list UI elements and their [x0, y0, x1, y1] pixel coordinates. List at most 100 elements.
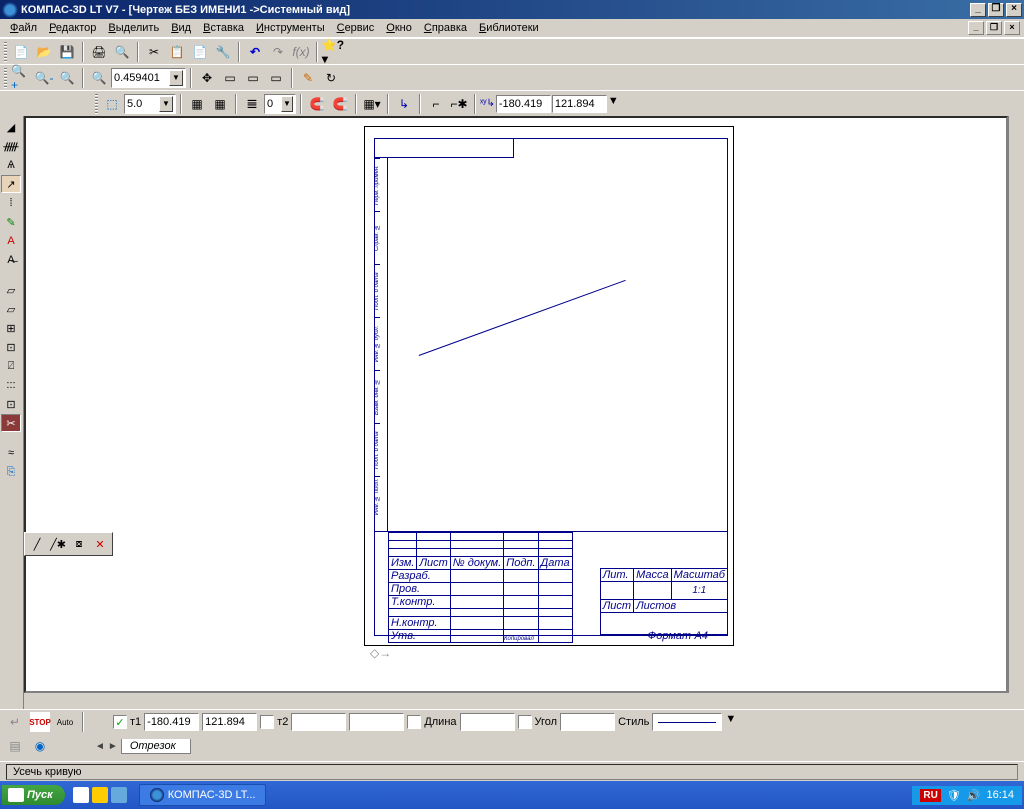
menu-service[interactable]: Сервис: [331, 20, 381, 36]
apply-button[interactable]: ↵: [4, 711, 26, 733]
language-indicator[interactable]: RU: [920, 789, 940, 802]
close-button[interactable]: ×: [1006, 3, 1022, 17]
tool-c-button[interactable]: ⊞: [1, 319, 21, 337]
measure-button[interactable]: ✎: [1, 213, 21, 231]
dropdown-icon[interactable]: ▼: [281, 96, 293, 112]
quicklaunch-icon[interactable]: [73, 787, 89, 803]
quicklaunch-icon[interactable]: [111, 787, 127, 803]
symbols-button[interactable]: Ѧ: [1, 156, 21, 174]
preview-button[interactable]: 🔍: [111, 41, 133, 63]
angle-input[interactable]: [560, 713, 615, 731]
tool-g-button[interactable]: ⊡: [1, 395, 21, 413]
layer-button[interactable]: ⬚: [101, 93, 123, 115]
stop-button[interactable]: STOP: [29, 711, 51, 733]
refresh-button[interactable]: ↻: [320, 67, 342, 89]
tool-d-button[interactable]: ⊡: [1, 338, 21, 356]
menu-select[interactable]: Выделить: [102, 20, 165, 36]
params-button[interactable]: ⁞: [1, 194, 21, 212]
mdi-restore-button[interactable]: ❐: [986, 21, 1002, 35]
copy-button[interactable]: 📋: [166, 41, 188, 63]
tool-e-button[interactable]: ⍁: [1, 357, 21, 375]
menu-file[interactable]: Файл: [4, 20, 43, 36]
zoom-input[interactable]: [114, 72, 169, 84]
tray-icon[interactable]: 🔊: [967, 789, 981, 802]
menu-insert[interactable]: Вставка: [197, 20, 250, 36]
dropdown-icon[interactable]: ▼: [159, 96, 173, 112]
t2-y-input[interactable]: [349, 713, 404, 731]
drawing-canvas[interactable]: Перв. примен. Справ. № Подп. и дата Инв.…: [24, 116, 1008, 693]
zoom-all-button[interactable]: ▭: [265, 67, 287, 89]
layer-combo[interactable]: ▼: [264, 94, 296, 114]
layer-input[interactable]: [267, 98, 281, 110]
undo-button[interactable]: ↶: [244, 41, 266, 63]
dropdown-icon[interactable]: ▼: [725, 713, 739, 731]
dropdown-icon[interactable]: ▼: [608, 95, 622, 113]
line-segment[interactable]: [419, 276, 639, 356]
trim-2-button[interactable]: ╱✱: [48, 535, 68, 553]
t2-x-input[interactable]: [291, 713, 346, 731]
lcs-button[interactable]: ⌐: [425, 93, 447, 115]
tab-prev-icon[interactable]: ◄: [95, 741, 105, 752]
t1-y-input[interactable]: [202, 713, 257, 731]
properties-button[interactable]: 🔧: [212, 41, 234, 63]
horizontal-scrollbar[interactable]: [24, 693, 1024, 709]
menu-view[interactable]: Вид: [165, 20, 197, 36]
paste-button[interactable]: 📄: [189, 41, 211, 63]
help-button[interactable]: ⭐?▾: [322, 41, 344, 63]
vertical-scrollbar[interactable]: [1008, 116, 1024, 693]
geometry-button[interactable]: ◢: [1, 118, 21, 136]
state-button-1[interactable]: ▦: [186, 93, 208, 115]
zoom-prev-button[interactable]: ▭: [242, 67, 264, 89]
menu-edit[interactable]: Редактор: [43, 20, 102, 36]
coord-x-input[interactable]: [496, 95, 551, 113]
start-button[interactable]: Пуск: [2, 785, 65, 805]
toolbar-grip[interactable]: [4, 42, 7, 62]
t2-lock[interactable]: [260, 715, 274, 729]
state-button-2[interactable]: ▦: [209, 93, 231, 115]
zoom-out-button[interactable]: 🔍-: [33, 67, 55, 89]
quicklaunch-icon[interactable]: [92, 787, 108, 803]
zoom-combo[interactable]: ▼: [111, 68, 186, 88]
taskbar-app-button[interactable]: КОМПАС-3D LT...: [139, 784, 267, 806]
length-lock[interactable]: [407, 715, 421, 729]
panel-btn-1[interactable]: ▤: [4, 735, 26, 757]
save-button[interactable]: 💾: [56, 41, 78, 63]
snap-toggle-button[interactable]: 🧲: [306, 93, 328, 115]
spec-button[interactable]: A̶: [1, 251, 21, 269]
zoom-window-button[interactable]: 🔍: [56, 67, 78, 89]
zoom-scale-button[interactable]: 🔍: [88, 67, 110, 89]
tool-b-button[interactable]: ▱: [1, 300, 21, 318]
tool-i-button[interactable]: ⎘: [1, 463, 21, 481]
zoom-in-button[interactable]: 🔍+: [10, 67, 32, 89]
menu-help[interactable]: Справка: [418, 20, 473, 36]
new-button[interactable]: 📄: [10, 41, 32, 63]
cut-button[interactable]: ✂: [143, 41, 165, 63]
trim-4-button[interactable]: ✕: [90, 535, 110, 553]
trim-3-button[interactable]: ⧇: [69, 535, 89, 553]
panel-btn-2[interactable]: ◉: [29, 735, 51, 757]
redraw-button[interactable]: ✎: [297, 67, 319, 89]
edit-button[interactable]: ↗: [1, 175, 21, 193]
print-button[interactable]: 🖨: [88, 41, 110, 63]
menu-library[interactable]: Библиотеки: [473, 20, 545, 36]
redo-button[interactable]: ↷: [267, 41, 289, 63]
dropdown-icon[interactable]: ▼: [169, 70, 183, 86]
tool-a-button[interactable]: ▱: [1, 281, 21, 299]
mdi-close-button[interactable]: ×: [1004, 21, 1020, 35]
toolbar-grip[interactable]: [4, 68, 7, 88]
t1-x-input[interactable]: [144, 713, 199, 731]
trim-1-button[interactable]: ╱: [27, 535, 47, 553]
fx-button[interactable]: f(x): [290, 41, 312, 63]
tray-icon[interactable]: 🛡: [947, 789, 961, 802]
lcs-set-button[interactable]: ⌐✱: [448, 93, 470, 115]
t1-lock[interactable]: ✓: [113, 715, 127, 729]
layers-button[interactable]: 𝌆: [241, 93, 263, 115]
open-button[interactable]: 📂: [33, 41, 55, 63]
dimension-button[interactable]: ᚏ: [1, 137, 21, 155]
auto-button[interactable]: Auto: [54, 711, 76, 733]
tool-h-button[interactable]: ≈: [1, 444, 21, 462]
length-input[interactable]: [460, 713, 515, 731]
grid-button[interactable]: ▦▾: [361, 93, 383, 115]
restore-button[interactable]: ❐: [988, 3, 1004, 17]
angle-lock[interactable]: [518, 715, 532, 729]
